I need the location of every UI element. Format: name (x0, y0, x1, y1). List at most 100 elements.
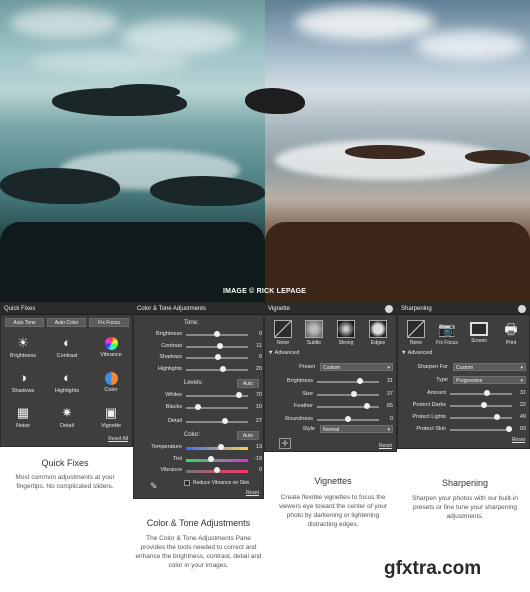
vignette-slider-handle[interactable] (363, 403, 370, 409)
watermark: gfxtra.com (384, 558, 482, 579)
vignette-slider[interactable] (317, 406, 379, 408)
vignette-preset-select[interactable]: Custom ▾ (320, 363, 393, 371)
color-tone-title: Color & Tone Adjustments (134, 303, 263, 315)
sharpen-for-select[interactable]: Custom ▾ (453, 363, 526, 371)
sharpen-value: 93 (519, 426, 526, 432)
caption-sharpening: Sharpening Sharpen your photos with our … (400, 478, 530, 521)
quick-fixes-reset-all[interactable]: Reset All (108, 436, 128, 442)
tone-slider[interactable] (186, 368, 248, 371)
vignette-advanced-toggle[interactable]: ▼ Advanced (268, 350, 299, 356)
vignette-slider[interactable] (317, 381, 379, 383)
quick-fix-detail[interactable]: ✷ Detail (47, 405, 87, 435)
vignette-icon: ▣ (104, 405, 118, 420)
color-slider[interactable] (186, 458, 248, 462)
caption-color-tone-heading: Color & Tone Adjustments (146, 518, 251, 528)
sharpen-slider-handle[interactable] (484, 390, 491, 396)
tone-slider-handle[interactable] (220, 365, 227, 372)
reduce-vibrance-label: Reduce Vibrance on Skin (193, 480, 250, 486)
auto-color-button[interactable]: Auto Color (47, 318, 86, 327)
color-tone-reset[interactable]: Reset (246, 490, 259, 496)
quick-fix-vibrance[interactable]: Vibrance (91, 335, 131, 365)
caption-quick-fixes-text: Most common adjustments at your fingerti… (15, 474, 115, 490)
sharpen-preset-fix-focus[interactable]: 📷 Fix Focus (435, 320, 459, 346)
sharpen-row: Amount 31 (398, 389, 529, 398)
quick-fix-shadows[interactable]: ◑ Shadows (3, 370, 43, 400)
vignette-preset-subtle[interactable]: Subtle (302, 320, 326, 346)
quick-fix-brightness[interactable]: ☀ Brightness (3, 335, 43, 365)
fix-focus-button[interactable]: Fix Focus (89, 318, 129, 327)
color-slider[interactable] (186, 447, 248, 450)
color-slider-handle[interactable] (217, 444, 224, 450)
vignette-reset[interactable]: Reset (379, 443, 392, 449)
quick-fix-vignette[interactable]: ▣ Vignette (91, 405, 131, 435)
crosshair-icon[interactable]: ✛ (279, 438, 291, 449)
vignette-preset-none[interactable]: None (271, 320, 295, 346)
vignette-preset-edges[interactable]: Edges (366, 320, 390, 346)
sharpen-slider[interactable] (450, 393, 512, 395)
sharpen-label: Protect Darks (412, 402, 446, 408)
tone-row: Highlights 20 (134, 365, 265, 374)
sharpen-preset-screen[interactable]: Screen (467, 320, 491, 344)
vignette-slider[interactable] (317, 393, 379, 396)
sharpen-value: 49 (519, 414, 526, 420)
vignette-style-select[interactable]: Normal ▾ (320, 425, 393, 433)
levels-slider-handle[interactable] (235, 392, 242, 398)
detail-slider-handle[interactable] (222, 418, 229, 424)
levels-slider-handle[interactable] (195, 403, 202, 410)
sharpen-slider-handle[interactable] (481, 402, 488, 408)
sharpen-slider-handle[interactable] (493, 414, 500, 420)
color-slider-handle[interactable] (214, 467, 220, 473)
vignette-preset-label: Preset (299, 364, 315, 370)
sharpen-row: Protect Skin 93 (398, 425, 529, 434)
quick-fix-color[interactable]: Color (91, 370, 131, 400)
tone-slider-handle[interactable] (217, 342, 224, 349)
sharpening-toggle[interactable] (518, 305, 526, 313)
vignette-preset-strong[interactable]: Strong (334, 320, 358, 346)
color-label: Tint (173, 455, 182, 462)
reduce-vibrance-checkbox[interactable] (184, 480, 190, 486)
vignette-toggle[interactable] (385, 305, 393, 313)
vignette-slider-handle[interactable] (345, 415, 351, 422)
vignette-slider-handle[interactable] (357, 378, 364, 384)
sharpen-reset[interactable]: Reset (512, 437, 525, 443)
color-value: -19 (254, 455, 262, 462)
levels-value: 10 (255, 403, 262, 410)
sharpen-slider[interactable] (450, 429, 512, 431)
tone-value: 11 (256, 342, 262, 349)
vignette-value: 37 (386, 390, 393, 397)
contrast-icon: ◐ (63, 335, 71, 350)
quick-fix-highlights[interactable]: ◐ Highlights (47, 370, 87, 400)
vignette-advanced-label: Advanced (274, 350, 300, 356)
vignette-row: Size 37 (265, 390, 396, 399)
tone-row: Brightness 0 (134, 330, 265, 339)
sharpen-slider[interactable] (450, 417, 512, 419)
tone-slider-handle[interactable] (215, 354, 222, 360)
color-slider-handle[interactable] (207, 455, 214, 462)
quick-fix-noise[interactable]: ▦ Noise (3, 405, 43, 435)
sharpen-preset-print[interactable]: 🖶 Print (499, 320, 523, 346)
highlights-icon: ◐ (63, 370, 71, 385)
tone-label: Brightness (156, 331, 182, 337)
sharpen-value: 31 (519, 390, 526, 396)
tone-value: 5 (258, 354, 262, 360)
sharpen-slider-handle[interactable] (505, 426, 512, 432)
quick-fix-contrast[interactable]: ◐ Contrast (47, 335, 87, 365)
detail-value: 27 (255, 418, 262, 424)
eyedropper-icon[interactable]: ✎ (150, 481, 158, 492)
sharpen-value: 22 (519, 402, 526, 408)
monitor-icon (470, 322, 488, 336)
sharpen-type-select[interactable]: Progressive ▾ (453, 376, 526, 384)
color-auto-button[interactable]: Auto (237, 431, 259, 440)
color-value: 13 (255, 444, 262, 450)
vignette-slider-handle[interactable] (351, 390, 358, 397)
color-tone-pane: Color & Tone Adjustments Tone: Brightnes… (133, 302, 264, 499)
detail-slider[interactable] (186, 421, 248, 423)
auto-tone-button[interactable]: Auto Tone (5, 318, 44, 327)
sharpen-preset-none[interactable]: None (404, 320, 428, 346)
tone-label: Shadows (159, 354, 182, 360)
sharpen-type-label: Type (436, 377, 448, 383)
sharpening-pane: Sharpening None 📷 Fix Focus Screen 🖶 Pri… (397, 302, 530, 449)
sharpen-advanced-toggle[interactable]: ▼ Advanced (401, 350, 432, 356)
levels-auto-button[interactable]: Auto (237, 379, 259, 388)
tone-slider-handle[interactable] (214, 331, 220, 337)
